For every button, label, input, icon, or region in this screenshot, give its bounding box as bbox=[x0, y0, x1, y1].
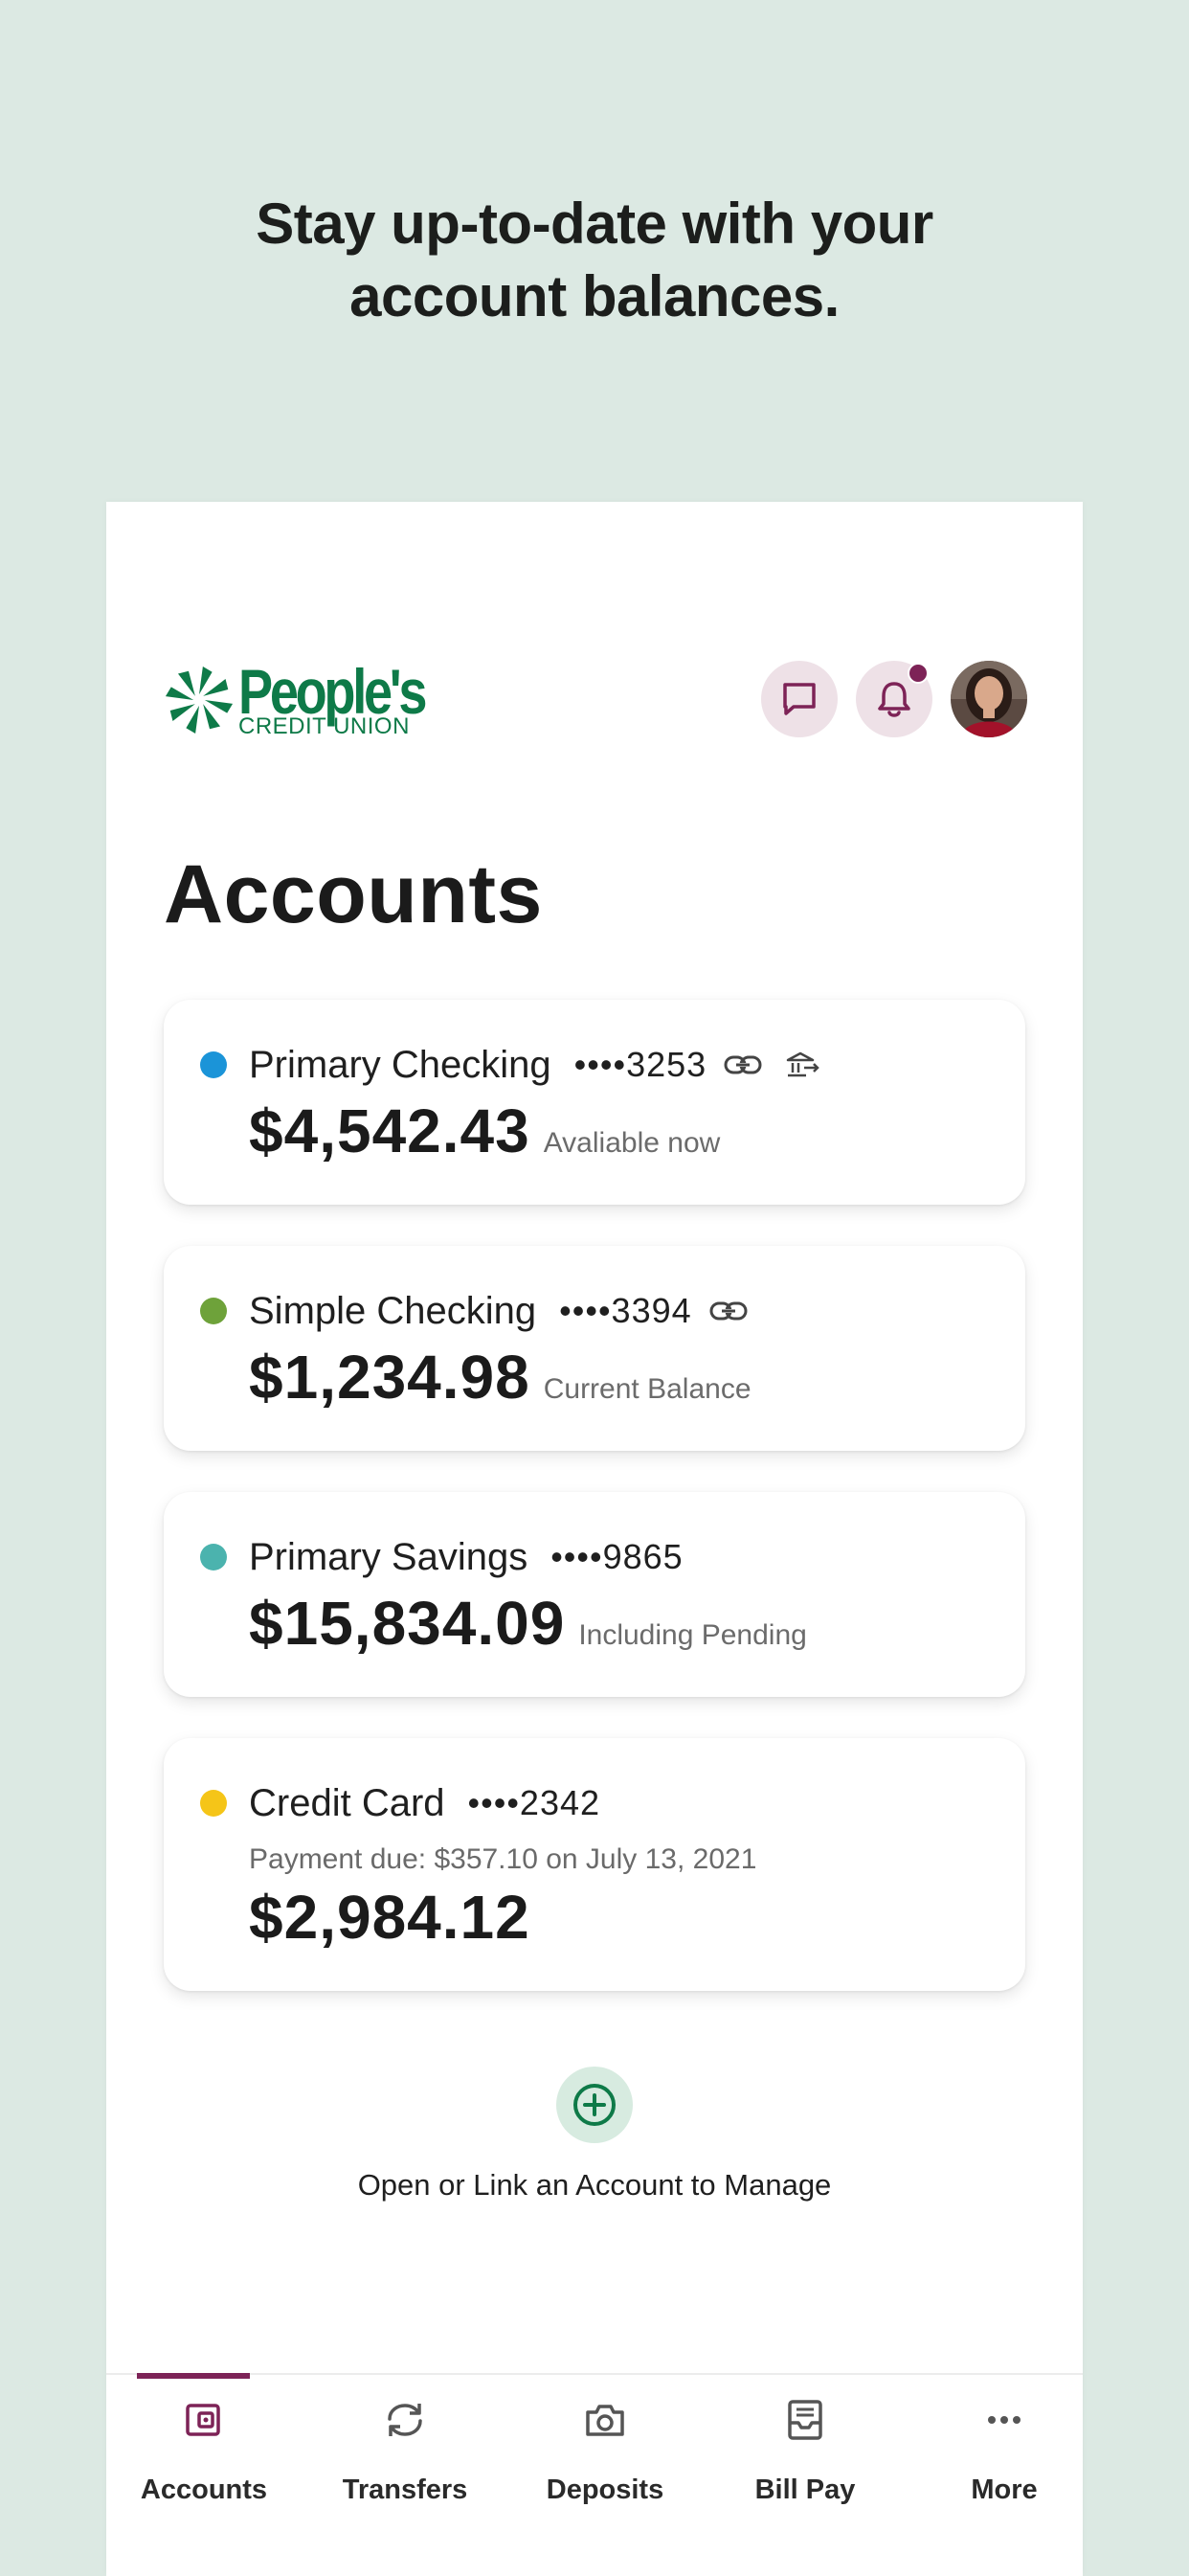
tab-label: Transfers bbox=[342, 2474, 468, 2505]
account-number-mask: ••••3253 bbox=[573, 1045, 707, 1084]
inbox-bill-icon bbox=[707, 2398, 903, 2442]
account-color-dot bbox=[200, 1051, 227, 1078]
messages-button[interactable] bbox=[761, 661, 838, 737]
payment-due-text: Payment due: $357.10 on July 13, 2021 bbox=[249, 1843, 757, 1875]
app-header: People's CREDIT UNION bbox=[106, 502, 1083, 751]
ellipsis-icon bbox=[907, 2398, 1102, 2442]
account-balance: $1,234.98 bbox=[249, 1343, 530, 1412]
account-name: Primary Savings bbox=[249, 1536, 528, 1578]
balance-note: Current Balance bbox=[543, 1373, 752, 1405]
tab-label: Accounts bbox=[140, 2474, 268, 2505]
tab-bill-pay[interactable]: Bill Pay bbox=[707, 2375, 903, 2576]
notifications-button[interactable] bbox=[856, 661, 932, 737]
account-card-simple-checking[interactable]: Simple Checking ••••3394 $1,234.98 Curre… bbox=[164, 1246, 1025, 1451]
bottom-tab-bar: Accounts Transfers Deposits Bill Pay Mor… bbox=[106, 2373, 1083, 2576]
account-name: Credit Card bbox=[249, 1782, 445, 1824]
page-title: Accounts bbox=[164, 848, 543, 940]
avatar[interactable] bbox=[951, 661, 1027, 737]
profile-photo bbox=[951, 661, 1027, 737]
bell-icon bbox=[878, 682, 910, 717]
tab-transfers[interactable]: Transfers bbox=[307, 2375, 503, 2576]
marketing-headline: Stay up-to-date with your account balanc… bbox=[0, 188, 1189, 333]
add-account-button[interactable] bbox=[556, 2067, 633, 2143]
notification-dot bbox=[908, 663, 929, 684]
app-screen: People's CREDIT UNION Accounts Primary C… bbox=[106, 502, 1083, 2576]
account-name: Simple Checking bbox=[249, 1290, 537, 1332]
link-icon bbox=[724, 1053, 762, 1076]
brand-subtitle: CREDIT UNION bbox=[238, 713, 410, 739]
add-account-section: Open or Link an Account to Manage bbox=[106, 2067, 1083, 2203]
camera-icon bbox=[507, 2398, 703, 2442]
account-card-primary-checking[interactable]: Primary Checking ••••3253 $4,542.43 Aval… bbox=[164, 1000, 1025, 1205]
account-balance: $15,834.09 bbox=[249, 1589, 566, 1658]
bank-transfer-icon bbox=[785, 1051, 821, 1079]
account-color-dot bbox=[200, 1790, 227, 1817]
active-tab-indicator bbox=[137, 2373, 250, 2379]
tab-label: Deposits bbox=[546, 2474, 664, 2505]
tab-label: More bbox=[971, 2474, 1038, 2505]
account-balance: $2,984.12 bbox=[249, 1883, 530, 1952]
tab-label: Bill Pay bbox=[754, 2474, 856, 2505]
account-number-mask: ••••3394 bbox=[559, 1291, 692, 1330]
account-color-dot bbox=[200, 1298, 227, 1324]
refresh-arrows-icon bbox=[307, 2398, 503, 2442]
headline-line-1: Stay up-to-date with your bbox=[256, 192, 933, 256]
plus-circle-icon bbox=[573, 2084, 616, 2126]
tab-more[interactable]: More bbox=[907, 2375, 1102, 2576]
account-card-credit-card[interactable]: Credit Card ••••2342 Payment due: $357.1… bbox=[164, 1738, 1025, 1991]
account-card-primary-savings[interactable]: Primary Savings ••••9865 $15,834.09 Incl… bbox=[164, 1492, 1025, 1697]
link-icon bbox=[709, 1299, 748, 1322]
headline-line-2: account balances. bbox=[349, 264, 840, 328]
account-balance: $4,542.43 bbox=[249, 1096, 530, 1165]
chat-bubble-icon bbox=[783, 683, 816, 715]
peoples-credit-union-logo: People's CREDIT UNION bbox=[164, 660, 427, 746]
account-color-dot bbox=[200, 1544, 227, 1570]
wallet-icon bbox=[106, 2398, 302, 2442]
balance-note: Avaliable now bbox=[543, 1127, 721, 1159]
add-account-link[interactable]: Open or Link an Account to Manage bbox=[106, 2168, 1083, 2203]
balance-note: Including Pending bbox=[578, 1619, 807, 1651]
tab-deposits[interactable]: Deposits bbox=[507, 2375, 703, 2576]
account-number-mask: ••••9865 bbox=[550, 1537, 684, 1576]
account-number-mask: ••••2342 bbox=[467, 1783, 601, 1822]
tab-accounts[interactable]: Accounts bbox=[106, 2373, 302, 2576]
account-name: Primary Checking bbox=[249, 1044, 551, 1086]
pinwheel-logo-icon bbox=[165, 666, 234, 734]
